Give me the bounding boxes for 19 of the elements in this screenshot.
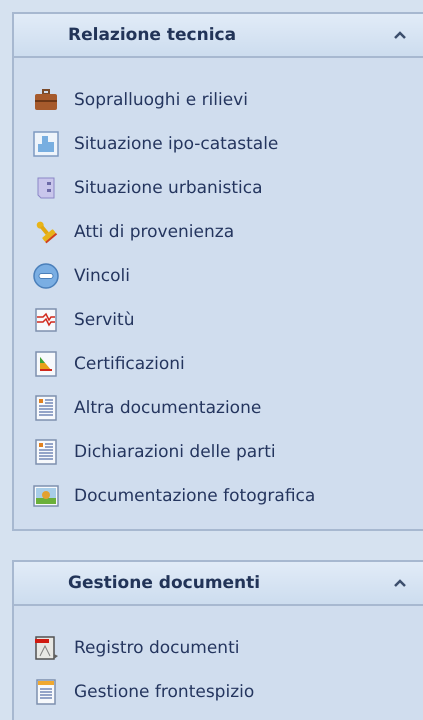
nav-link[interactable]: Sopralluoghi e rilievi <box>32 78 423 122</box>
collapse-caret-icon <box>393 578 407 588</box>
panel-header[interactable]: Gestione documenti <box>14 562 423 606</box>
nav-link[interactable]: Dichiarazioni delle parti <box>32 430 423 474</box>
nav-link[interactable]: Altra documentazione <box>32 386 423 430</box>
nav-link[interactable]: Documentazione fotografica <box>32 474 423 518</box>
collapse-caret-icon <box>393 30 407 40</box>
nav-link[interactable]: Servitù <box>32 298 423 342</box>
nav-link[interactable]: Vincoli <box>32 254 423 298</box>
nav-link[interactable]: Gestione frontespizio <box>32 670 423 714</box>
register-icon <box>32 634 60 662</box>
panel-header[interactable]: Relazione tecnica <box>14 14 423 58</box>
minus-circle-icon <box>32 262 60 290</box>
nav-link[interactable]: Situazione urbanistica <box>32 166 423 210</box>
nav-link[interactable]: Certificazioni <box>32 342 423 386</box>
nav-link[interactable]: Atti di provenienza <box>32 210 423 254</box>
nav-link[interactable]: Registro documenti <box>32 626 423 670</box>
nav-link[interactable]: Situazione ipo-catastale <box>32 122 423 166</box>
floor-plan-icon <box>32 130 60 158</box>
